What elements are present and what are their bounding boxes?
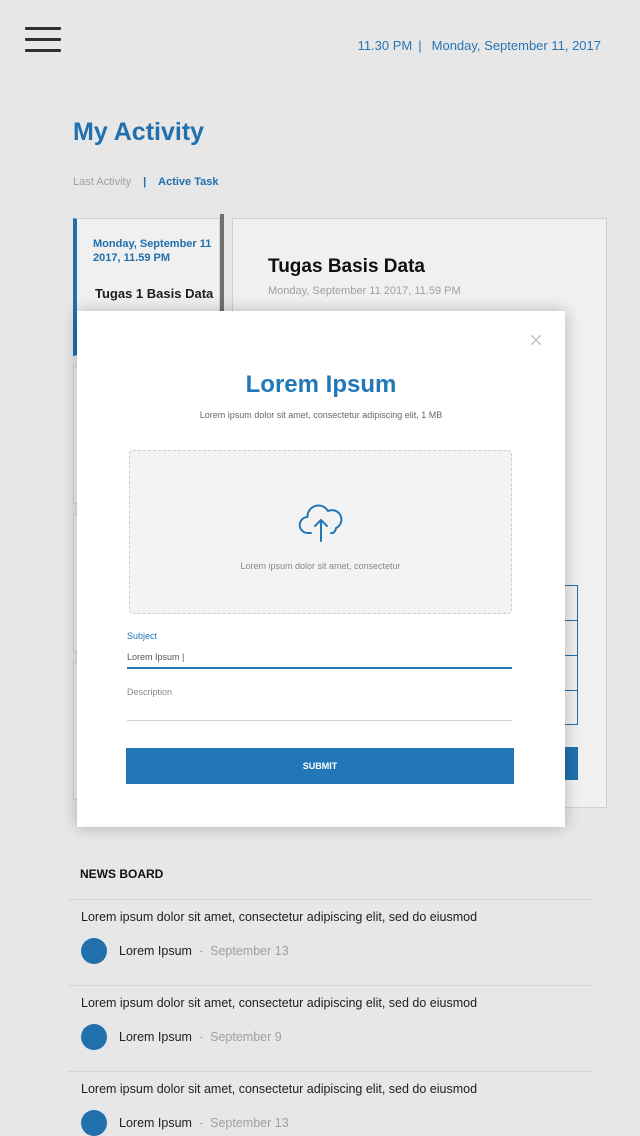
cloud-upload-icon (298, 504, 343, 542)
file-dropzone[interactable]: Lorem ipsum dolor sit amet, consectetur (129, 450, 512, 614)
description-input[interactable] (127, 701, 512, 721)
modal-subtitle: Lorem ipsum dolor sit amet, consectetur … (199, 410, 443, 420)
description-label: Description (127, 687, 173, 697)
dropzone-text: Lorem ipsum dolor sit amet, consectetur (240, 561, 401, 571)
modal-title: Lorem Ipsum (245, 371, 397, 398)
close-icon[interactable]: × (529, 329, 543, 353)
submit-button[interactable]: SUBMIT (126, 748, 514, 784)
subject-input[interactable] (127, 647, 512, 669)
upload-modal: × Lorem Ipsum Lorem ipsum dolor sit amet… (77, 311, 565, 827)
subject-label: Subject (127, 631, 158, 641)
